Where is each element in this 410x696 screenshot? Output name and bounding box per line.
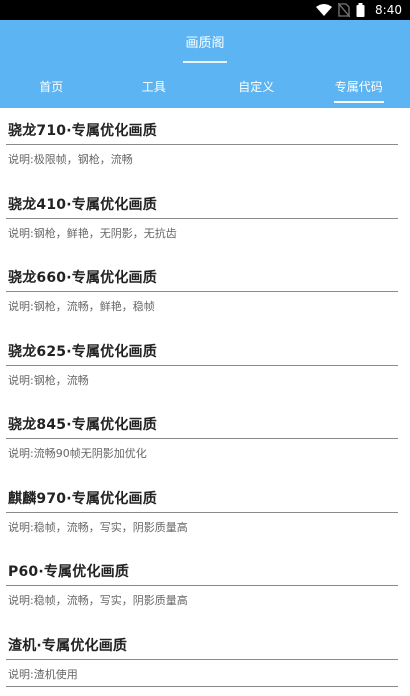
list-item[interactable]: 骁龙625·专属优化画质 说明:钢枪，流畅	[0, 329, 410, 403]
wifi-icon	[316, 4, 332, 16]
item-title: 骁龙660·专属优化画质	[8, 267, 157, 287]
item-title: 骁龙845·专属优化画质	[8, 414, 157, 434]
item-description: 说明:流畅90帧无阴影加优化	[8, 445, 147, 461]
item-description: 说明:稳帧，流畅，写实，阴影质量高	[8, 592, 188, 608]
status-time: 8:40	[375, 3, 402, 17]
item-divider	[6, 585, 398, 586]
app-title-text: 画质阁	[185, 36, 224, 51]
list-item[interactable]: 麒麟970·专属优化画质 说明:稳帧，流畅，写实，阴影质量高	[0, 476, 410, 550]
item-divider	[6, 365, 398, 366]
tab-tools-label: 工具	[142, 78, 166, 95]
item-title: 骁龙625·专属优化画质	[8, 341, 157, 361]
list-bottom-divider	[6, 686, 398, 687]
app-title-underline	[183, 61, 227, 63]
item-title: P60·专属优化画质	[8, 561, 129, 581]
item-divider	[6, 218, 398, 219]
tab-bar: 首页 工具 自定义 专属代码	[0, 64, 410, 108]
list-item[interactable]: 骁龙710·专属优化画质 说明:极限帧，钢枪，流畅	[0, 108, 410, 182]
list-item[interactable]: 骁龙845·专属优化画质 说明:流畅90帧无阴影加优化	[0, 402, 410, 476]
item-description: 说明:钢枪，流畅	[8, 372, 89, 388]
status-bar: 8:40	[0, 0, 410, 20]
tab-exclusive-code-label: 专属代码	[335, 78, 383, 95]
item-divider	[6, 438, 398, 439]
item-title: 渣机·专属优化画质	[8, 635, 127, 655]
app-title: 画质阁	[185, 32, 224, 53]
tab-custom-label: 自定义	[238, 78, 274, 95]
list-item[interactable]: 骁龙410·专属优化画质 说明:钢枪，鲜艳，无阴影，无抗齿	[0, 182, 410, 256]
tab-tools[interactable]: 工具	[103, 64, 206, 108]
item-description: 说明:钢枪，流畅，鲜艳，稳帧	[8, 298, 155, 314]
tab-home-label: 首页	[39, 78, 63, 95]
battery-icon	[356, 3, 365, 17]
no-sim-icon	[338, 3, 350, 17]
item-description: 说明:渣机使用	[8, 666, 78, 682]
list-item[interactable]: P60·专属优化画质 说明:稳帧，流畅，写实，阴影质量高	[0, 549, 410, 623]
item-divider	[6, 291, 398, 292]
tab-home[interactable]: 首页	[0, 64, 103, 108]
item-title: 麒麟970·专属优化画质	[8, 488, 157, 508]
item-divider	[6, 659, 398, 660]
list-item[interactable]: 渣机·专属优化画质 说明:渣机使用	[0, 623, 410, 696]
status-icons: 8:40	[316, 3, 402, 17]
tab-exclusive-code[interactable]: 专属代码	[308, 64, 410, 108]
app-bar: 画质阁	[0, 20, 410, 64]
item-description: 说明:极限帧，钢枪，流畅	[8, 151, 133, 167]
item-description: 说明:稳帧，流畅，写实，阴影质量高	[8, 519, 188, 535]
list-item[interactable]: 骁龙660·专属优化画质 说明:钢枪，流畅，鲜艳，稳帧	[0, 255, 410, 329]
item-title: 骁龙710·专属优化画质	[8, 120, 157, 140]
tab-custom[interactable]: 自定义	[205, 64, 308, 108]
item-divider	[6, 144, 398, 145]
preset-list: 骁龙710·专属优化画质 说明:极限帧，钢枪，流畅 骁龙410·专属优化画质 说…	[0, 108, 410, 696]
item-description: 说明:钢枪，鲜艳，无阴影，无抗齿	[8, 225, 177, 241]
item-divider	[6, 512, 398, 513]
item-title: 骁龙410·专属优化画质	[8, 194, 157, 214]
